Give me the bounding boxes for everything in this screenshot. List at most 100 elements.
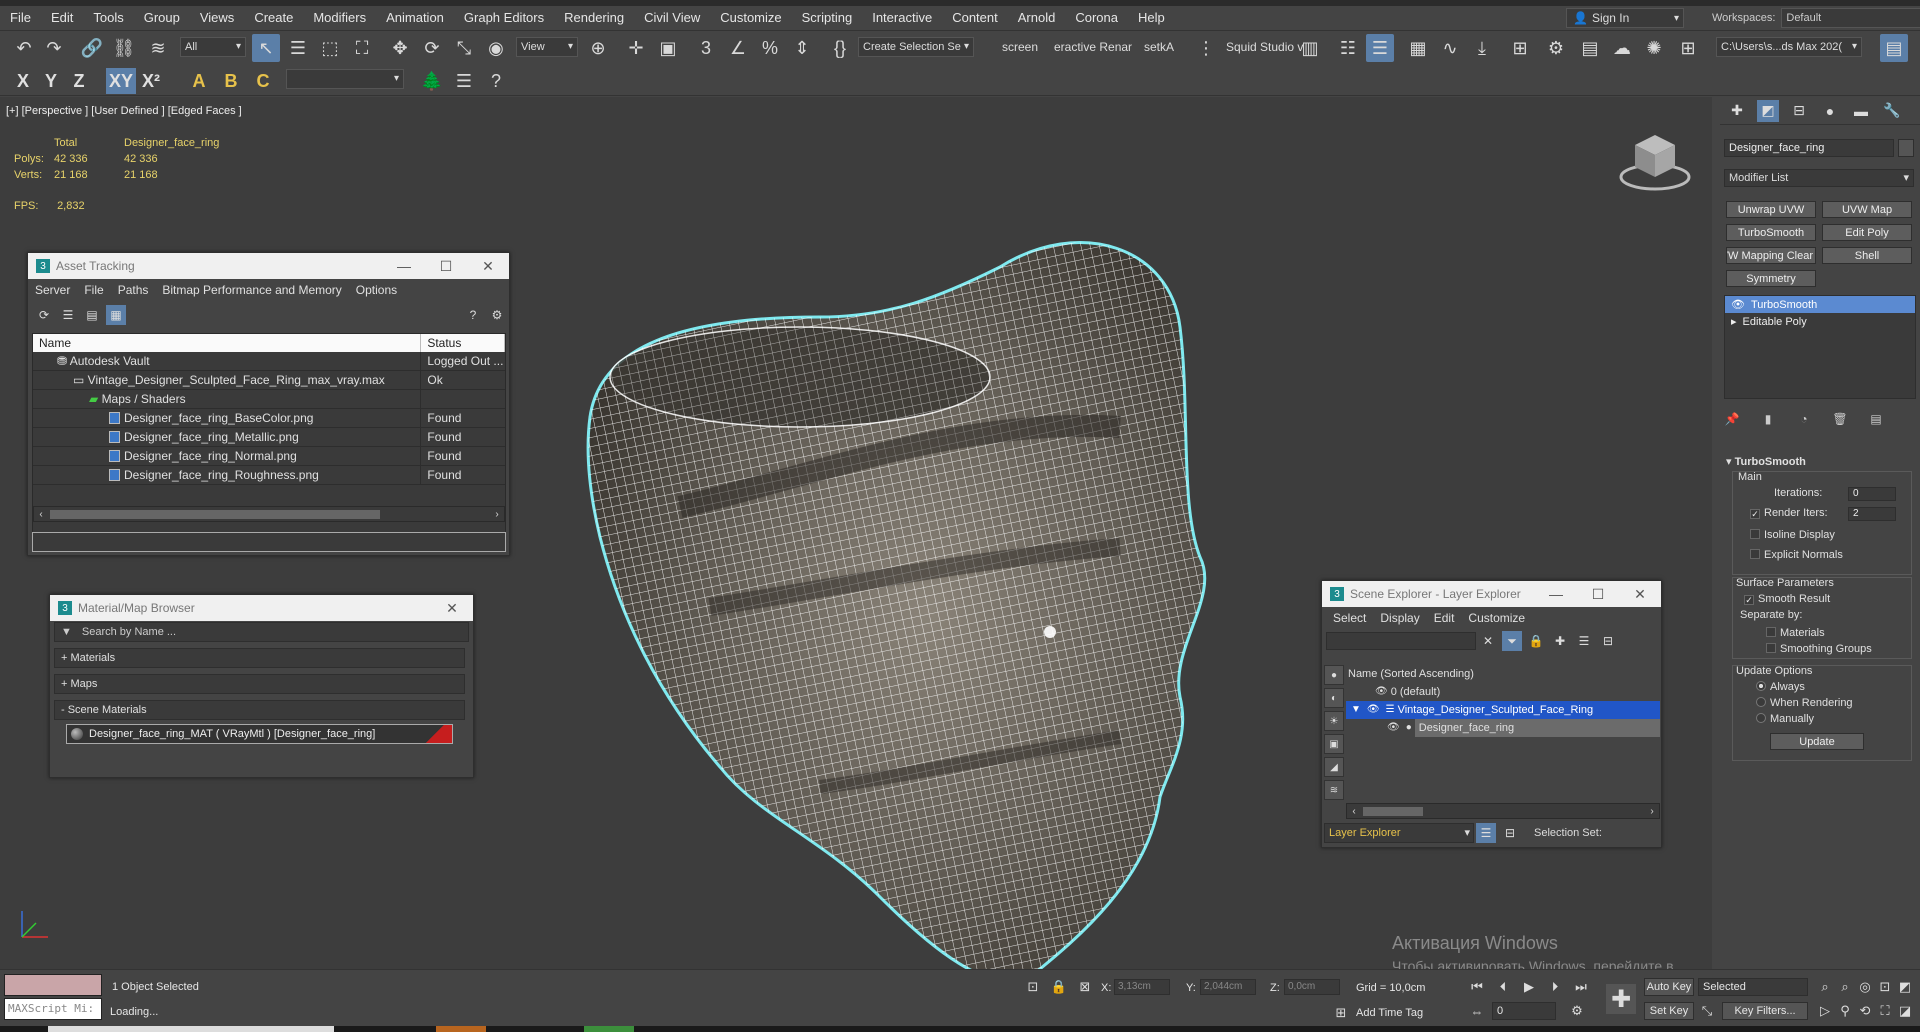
symmetry-button[interactable]: Symmetry xyxy=(1726,270,1816,287)
shelf-interactive-render[interactable]: eractive Renar xyxy=(1054,40,1132,54)
menu-edit[interactable]: Edit xyxy=(41,6,83,30)
eye-icon[interactable]: 👁 xyxy=(1367,701,1380,719)
object-name-field[interactable]: Designer_face_ring xyxy=(1724,139,1894,157)
display-geometry-icon[interactable]: ◐ xyxy=(1324,688,1344,708)
render-frame-icon[interactable]: ☁ xyxy=(1608,34,1636,62)
close-icon[interactable]: ✕ xyxy=(1619,581,1661,607)
edit-named-selection-icon[interactable]: {} xyxy=(826,34,854,62)
axis-xy-cycle-button[interactable]: X² xyxy=(138,68,164,94)
shell-button[interactable]: Shell xyxy=(1822,247,1912,264)
close-icon[interactable]: ✕ xyxy=(431,595,473,621)
at-menu-server[interactable]: Server xyxy=(28,283,77,297)
modifier-list-dropdown[interactable]: Modifier List xyxy=(1724,169,1914,187)
menu-file[interactable]: File xyxy=(0,6,41,30)
materials-checkbox[interactable]: Materials xyxy=(1766,627,1825,639)
smoothing-groups-checkbox[interactable]: Smoothing Groups xyxy=(1766,643,1872,655)
settings-icon[interactable]: ⚙ xyxy=(487,305,507,325)
make-unique-icon[interactable]: ◔ xyxy=(1796,411,1812,427)
goto-end-icon[interactable]: ⏭ xyxy=(1572,978,1590,996)
viewport-toggle-icon[interactable]: ◪ xyxy=(1896,1002,1914,1020)
menu-customize[interactable]: Customize xyxy=(710,6,791,30)
key-tangent-icon[interactable]: ⤡ xyxy=(1698,1002,1716,1020)
keyboard-shortcut-icon[interactable]: ▣ xyxy=(654,34,682,62)
undo-icon[interactable]: ↶ xyxy=(10,34,38,62)
explorer-type-dropdown[interactable]: Layer Explorer xyxy=(1324,823,1474,843)
eye-icon[interactable]: 👁 xyxy=(1387,719,1400,737)
hierarchy-mode-icon[interactable]: ⊟ xyxy=(1500,823,1520,843)
bind-space-warp-icon[interactable]: ≋ xyxy=(144,34,172,62)
se-menu-select[interactable]: Select xyxy=(1326,611,1373,625)
x-coordinate-field[interactable]: 3,13cm xyxy=(1114,979,1170,995)
maximize-viewport-icon[interactable]: ⛶ xyxy=(1876,1002,1894,1020)
menu-corona[interactable]: Corona xyxy=(1065,6,1128,30)
show-end-result-icon[interactable]: ▮ xyxy=(1760,411,1776,427)
hierarchy-tab-icon[interactable]: ⊟ xyxy=(1788,100,1810,122)
scroll-left-icon[interactable]: ‹ xyxy=(1347,804,1361,818)
smooth-result-checkbox[interactable]: ✓ Smooth Result xyxy=(1744,593,1830,605)
z-coordinate-field[interactable]: 0,0cm xyxy=(1284,979,1340,995)
display-tab-icon[interactable]: ▬ xyxy=(1850,100,1872,122)
scale-icon[interactable]: ⤡ xyxy=(450,34,478,62)
layer-mode-icon[interactable]: ☰ xyxy=(1476,823,1496,843)
minimize-icon[interactable]: — xyxy=(383,253,425,279)
tree-column-header[interactable]: Name (Sorted Ascending) xyxy=(1346,665,1660,683)
table-view-icon[interactable]: ▦ xyxy=(106,305,126,325)
select-by-name-icon[interactable]: ☰ xyxy=(284,34,312,62)
unlink-icon[interactable]: ⛓ xyxy=(110,34,138,62)
collapse-arrow-icon[interactable]: ▾ xyxy=(1726,456,1735,468)
rollout-title[interactable]: ▾ TurboSmooth xyxy=(1722,453,1918,471)
ribbon-icon[interactable]: ▦ xyxy=(1404,34,1432,62)
tree-row[interactable]: 👁 ● Designer_face_ring xyxy=(1346,719,1660,737)
pivot-center-icon[interactable]: ⊕ xyxy=(584,34,612,62)
workspaces-select[interactable]: Default xyxy=(1781,8,1920,28)
scene-explorer-scrollbar[interactable]: ‹ › xyxy=(1346,803,1660,819)
stack-item-editable-poly[interactable]: ▸ Editable Poly xyxy=(1725,313,1915,330)
display-cameras-icon[interactable]: ▣ xyxy=(1324,734,1344,754)
column-name-header[interactable]: Name xyxy=(33,334,422,352)
pin-stack-icon[interactable]: 📌 xyxy=(1724,411,1740,427)
modify-tab-icon[interactable]: ◩ xyxy=(1757,99,1779,122)
dope-sheet-icon[interactable]: ⤓ xyxy=(1468,34,1496,62)
se-menu-display[interactable]: Display xyxy=(1373,611,1426,625)
add-time-tag[interactable]: Add Time Tag xyxy=(1356,1007,1423,1019)
minimize-icon[interactable]: — xyxy=(1535,581,1577,607)
placement-icon[interactable]: ◉ xyxy=(482,34,510,62)
selection-lock-icon[interactable]: 🔒 xyxy=(1050,978,1068,996)
eye-icon[interactable]: 👁 xyxy=(1375,683,1388,701)
always-radio[interactable]: Always xyxy=(1756,681,1805,693)
display-spacewarps-icon[interactable]: ≋ xyxy=(1324,780,1344,800)
set-key-big-icon[interactable]: ✚ xyxy=(1606,984,1636,1014)
select-object-icon[interactable]: ↖ xyxy=(252,34,280,62)
tree-row[interactable]: ▼ 👁 ☰ Vintage_Designer_Sculpted_Face_Rin… xyxy=(1346,701,1660,719)
menu-graph-editors[interactable]: Graph Editors xyxy=(454,6,554,30)
stack-item-turbosmooth[interactable]: 👁 TurboSmooth xyxy=(1725,296,1915,313)
zoom-extents-all-icon[interactable]: ⊡ xyxy=(1876,978,1894,996)
asset-tracking-window[interactable]: 3 Asset Tracking — ☐ ✕ Server File Paths… xyxy=(27,252,510,556)
section-scene-materials[interactable]: - Scene Materials xyxy=(54,700,465,720)
squid-icon[interactable]: ⋮ xyxy=(1192,34,1220,62)
close-icon[interactable]: ✕ xyxy=(467,253,509,279)
table-row[interactable]: ⛃ Autodesk Vault Logged Out ... xyxy=(33,352,505,371)
orbit-icon[interactable]: ⟲ xyxy=(1856,1002,1874,1020)
link-icon[interactable]: 🔗 xyxy=(78,34,106,62)
maxscript-input[interactable]: MAXScript Mi: xyxy=(4,998,102,1020)
scene-explorer-icon[interactable]: ☷ xyxy=(1334,34,1362,62)
explicit-normals-checkbox[interactable]: Explicit Normals xyxy=(1750,549,1843,561)
face-ring-model[interactable] xyxy=(560,177,1220,969)
goto-start-icon[interactable]: ⏮ xyxy=(1468,978,1486,996)
text-c-button[interactable]: C xyxy=(250,68,276,94)
render-setup-icon[interactable]: ▤ xyxy=(1576,34,1604,62)
when-rendering-radio[interactable]: When Rendering xyxy=(1756,697,1853,709)
viewcube-icon[interactable] xyxy=(1615,127,1695,197)
maximize-icon[interactable]: ☐ xyxy=(425,253,467,279)
render-production-icon[interactable]: ✺ xyxy=(1640,34,1668,62)
axis-xy-button[interactable]: XY xyxy=(106,68,136,94)
scene-explorer-titlebar[interactable]: 3 Scene Explorer - Layer Explorer — ☐ ✕ xyxy=(1322,581,1661,607)
shelf-setka[interactable]: setkA xyxy=(1144,40,1174,54)
display-lights-icon[interactable]: ☀ xyxy=(1324,711,1344,731)
redo-icon[interactable]: ↷ xyxy=(40,34,68,62)
layer-explorer-icon[interactable]: ☰ xyxy=(1366,34,1394,62)
at-menu-bitmap[interactable]: Bitmap Performance and Memory xyxy=(155,283,348,297)
uvw-map-button[interactable]: UVW Map xyxy=(1822,201,1912,218)
scroll-left-icon[interactable]: ‹ xyxy=(34,507,48,521)
